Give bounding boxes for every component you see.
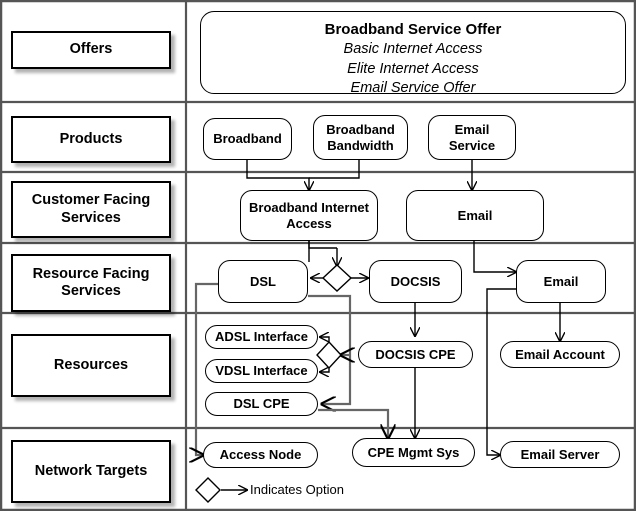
- cfs-broadband-internet-access[interactable]: Broadband Internet Access: [240, 190, 378, 241]
- node-label: CPE Mgmt Sys: [367, 444, 460, 460]
- node-label: DSL CPE: [233, 396, 290, 412]
- edge-bandwidth-to-bia: [309, 160, 360, 179]
- node-label: Email Server: [520, 446, 600, 462]
- offer-title: Broadband Service Offer: [324, 21, 502, 38]
- edge-broadband-to-bia: [246, 160, 309, 190]
- resource-dsl-cpe[interactable]: DSL CPE: [205, 392, 318, 416]
- layer-label-resource-facing-services[interactable]: Resource Facing Services: [11, 254, 171, 312]
- layer-label-network-targets[interactable]: Network Targets: [11, 440, 171, 503]
- edge-dslcpe-to-cpemgmt: [318, 408, 388, 438]
- offer-line-2: Elite Internet Access: [347, 60, 479, 77]
- node-label: ADSL Interface: [215, 329, 308, 345]
- node-label: Email: [457, 207, 493, 223]
- rfs-docsis[interactable]: DOCSIS: [369, 260, 462, 303]
- target-cpe-mgmt-sys[interactable]: CPE Mgmt Sys: [352, 438, 475, 467]
- offer-box[interactable]: Broadband Service Offer Basic Internet A…: [200, 11, 626, 96]
- node-label: Broadband Internet Access: [249, 200, 369, 231]
- option-diamond-rfs: [321, 264, 353, 292]
- layer-label-text: Customer Facing Services: [31, 192, 151, 226]
- resource-email-account[interactable]: Email Account: [500, 341, 620, 368]
- node-label: Email Service: [448, 122, 496, 153]
- offer-line-1: Basic Internet Access: [343, 41, 483, 58]
- cfs-email[interactable]: Email: [406, 190, 544, 241]
- edge-diamond-to-vdsl: [320, 368, 330, 372]
- resource-vdsl-interface[interactable]: VDSL Interface: [205, 359, 318, 383]
- node-label: VDSL Interface: [215, 363, 308, 379]
- legend-label: Indicates Option: [250, 482, 344, 497]
- layer-label-customer-facing-services[interactable]: Customer Facing Services: [11, 181, 171, 238]
- edge-bia-to-option-diamond: [308, 241, 337, 266]
- layer-label-text: Network Targets: [34, 462, 148, 479]
- offer-line-3: Email Service Offer: [350, 80, 476, 97]
- product-broadband[interactable]: Broadband: [203, 118, 292, 160]
- target-access-node[interactable]: Access Node: [203, 442, 318, 468]
- target-email-server[interactable]: Email Server: [500, 441, 620, 468]
- resource-docsis-cpe[interactable]: DOCSIS CPE: [358, 341, 473, 368]
- layer-label-text: Products: [59, 130, 123, 147]
- layer-label-text: Resources: [53, 356, 129, 373]
- option-diamond-resources: [316, 340, 342, 370]
- layer-label-products[interactable]: Products: [11, 116, 171, 163]
- node-label: DSL: [250, 273, 276, 289]
- layer-label-text: Resource Facing Services: [32, 265, 150, 299]
- rfs-dsl[interactable]: DSL: [218, 260, 308, 303]
- node-label: DOCSIS CPE: [375, 346, 456, 362]
- layer-label-text: Offers: [69, 41, 113, 58]
- legend-diamond-icon: [195, 477, 221, 503]
- node-label: Access Node: [219, 447, 302, 463]
- node-label: DOCSIS: [390, 273, 441, 289]
- edge-diamond-to-adsl: [320, 337, 330, 342]
- product-broadband-bandwidth[interactable]: Broadband Bandwidth: [313, 115, 408, 160]
- rfs-email[interactable]: Email: [516, 260, 606, 303]
- edge-email-cfs-to-email-rfs: [473, 241, 516, 272]
- node-label: Email Account: [515, 346, 605, 362]
- node-label: Broadband: [213, 131, 282, 147]
- node-label: Email: [543, 273, 579, 289]
- resource-adsl-interface[interactable]: ADSL Interface: [205, 325, 318, 349]
- legend-label-text: Indicates Option: [250, 482, 344, 497]
- diagram-canvas: Offers Products Customer Facing Services…: [0, 0, 636, 511]
- layer-label-offers[interactable]: Offers: [11, 31, 171, 69]
- product-email-service[interactable]: Email Service: [428, 115, 516, 160]
- layer-label-resources[interactable]: Resources: [11, 334, 171, 397]
- node-label: Broadband Bandwidth: [326, 122, 395, 153]
